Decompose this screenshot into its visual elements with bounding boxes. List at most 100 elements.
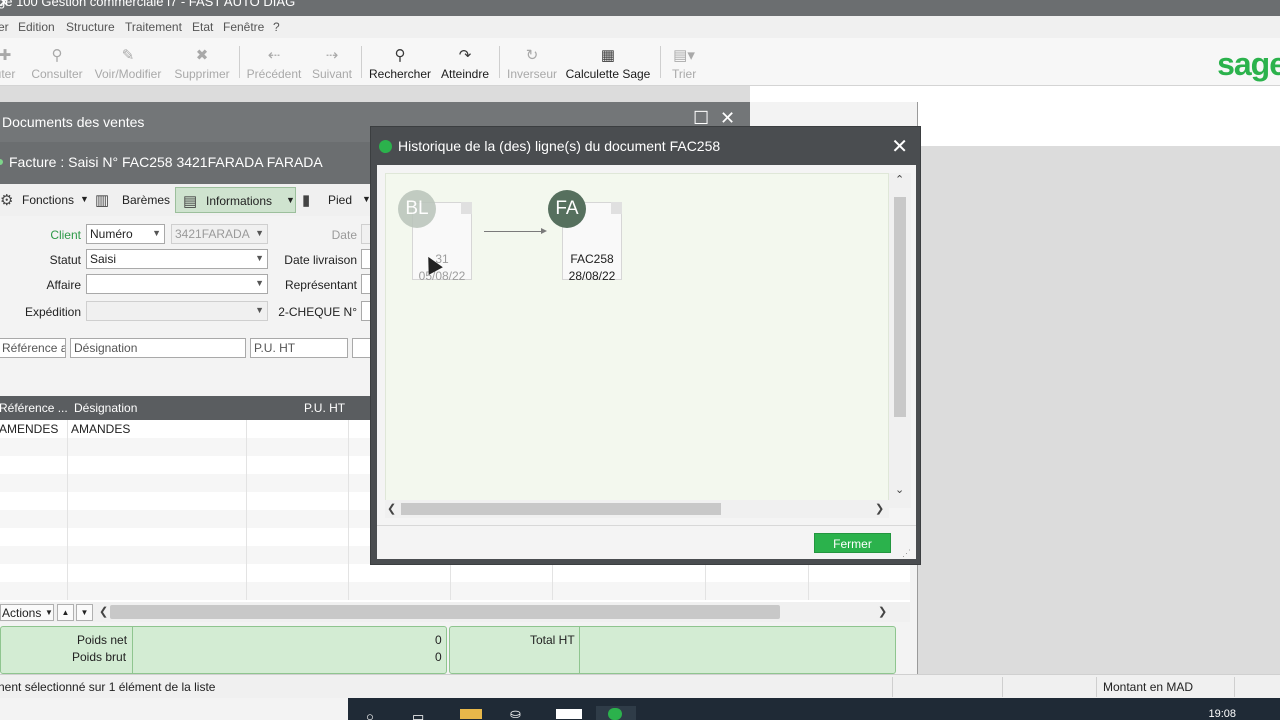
document-node-bl[interactable]: BL 31 05/08/22 bbox=[398, 190, 472, 284]
document-number: FAC258 bbox=[570, 252, 614, 266]
precedent-label: Précédent bbox=[246, 67, 302, 81]
totals-panel: Total HT bbox=[449, 626, 896, 674]
suivant-button[interactable]: ⇢ Suivant bbox=[308, 38, 356, 86]
taskbar-search-box[interactable] bbox=[0, 698, 348, 720]
column-header-reference[interactable]: Référence ... bbox=[0, 401, 68, 415]
chevron-down-icon: ▼ bbox=[255, 228, 264, 238]
magnifier-icon: ⚲ bbox=[51, 47, 63, 64]
cortana-icon[interactable]: ○ bbox=[366, 709, 374, 720]
document-tabs: ⚙ Fonctions ▼ ▥ Barèmes ▤ Informations ▼… bbox=[0, 184, 371, 216]
inverseur-button[interactable]: ↻ Inverseur bbox=[504, 38, 560, 86]
scroll-left-icon[interactable]: ❮ bbox=[99, 605, 108, 618]
historique-dialog: Historique de la (des) ligne(s) du docum… bbox=[370, 126, 921, 565]
mail-icon[interactable] bbox=[556, 709, 582, 719]
scroll-down-icon[interactable]: ⌄ bbox=[895, 483, 904, 496]
calculette-button[interactable]: ▦ Calculette Sage bbox=[565, 38, 651, 86]
tab-informations[interactable]: ▤ Informations ▼ bbox=[175, 187, 296, 213]
supprimer-button[interactable]: ✖ Supprimer bbox=[171, 38, 233, 86]
scroll-right-icon[interactable]: ❯ bbox=[878, 605, 887, 618]
statut-label: Statut bbox=[49, 253, 81, 267]
voir-modifier-label: Voir/Modifier bbox=[94, 67, 162, 81]
sage-taskbar-item[interactable] bbox=[596, 706, 636, 720]
status-separator bbox=[1234, 677, 1235, 697]
gear-icon: ⚙ bbox=[0, 192, 14, 209]
table-row[interactable] bbox=[0, 582, 910, 600]
row-reference: AMENDES bbox=[0, 422, 59, 436]
sage-logo: sage bbox=[1217, 46, 1280, 82]
store-icon[interactable]: ⛀ bbox=[510, 706, 521, 720]
atteindre-label: Atteindre bbox=[440, 67, 490, 81]
statut-value: Saisi bbox=[90, 252, 117, 266]
app-close-icon[interactable]: ✕ bbox=[0, 0, 1260, 11]
representant-label: Représentant bbox=[284, 278, 357, 292]
atteindre-button[interactable]: ↷ Atteindre bbox=[437, 38, 493, 86]
tab-fonctions[interactable]: ⚙ Fonctions ▼ bbox=[0, 187, 90, 213]
fermer-button[interactable]: Fermer bbox=[814, 533, 891, 553]
close-icon[interactable]: ✕ bbox=[891, 134, 908, 159]
scroll-up-icon[interactable]: ⌃ bbox=[895, 173, 904, 186]
menu-edition[interactable]: Edition bbox=[18, 20, 55, 34]
document-subtitle: Facture : Saisi N° FAC258 3421FARADA FAR… bbox=[9, 154, 323, 170]
pu-ht-entry-field[interactable]: P.U. HT bbox=[250, 338, 348, 358]
menu-fichier[interactable]: er bbox=[0, 20, 9, 34]
plus-icon: ✚ bbox=[0, 47, 12, 64]
precedent-button[interactable]: ⇠ Précédent bbox=[245, 38, 303, 86]
status-separator bbox=[1096, 677, 1097, 697]
table-row[interactable] bbox=[0, 564, 910, 582]
task-view-icon[interactable]: ▭ bbox=[412, 709, 424, 720]
document-date: 28/08/22 bbox=[568, 269, 616, 283]
voir-modifier-button[interactable]: ✎ Voir/Modifier bbox=[90, 38, 166, 86]
ajouter-label: uter bbox=[0, 67, 16, 81]
next-entry-field[interactable] bbox=[352, 338, 371, 358]
toolbar: ✚ uter ⚲ Consulter ✎ Voir/Modifier ✖ Sup… bbox=[0, 38, 1280, 86]
tab-pied-label: Pied bbox=[328, 193, 353, 207]
hscroll-thumb[interactable] bbox=[401, 503, 721, 515]
chevron-down-icon: ▼ bbox=[286, 195, 295, 205]
rechercher-button[interactable]: ⚲ Rechercher bbox=[367, 38, 433, 86]
menu-help[interactable]: ? bbox=[273, 20, 280, 34]
tab-pied[interactable]: ▮ Pied ▼ bbox=[302, 187, 371, 213]
designation-entry-field[interactable]: Désignation bbox=[70, 338, 246, 358]
affaire-select[interactable]: ▼ bbox=[86, 274, 268, 294]
resize-grip-icon[interactable]: ⋰ bbox=[902, 548, 911, 559]
supprimer-label: Supprimer bbox=[174, 67, 230, 81]
status-bar: nent sélectionné sur 1 élément de la lis… bbox=[0, 674, 1280, 698]
pencil-icon: ✎ bbox=[121, 47, 135, 64]
toolbar-separator bbox=[361, 46, 362, 78]
chevron-down-icon: ▼ bbox=[152, 228, 161, 238]
reference-entry-field[interactable]: Référence art bbox=[0, 338, 66, 358]
client-type-select[interactable]: Numéro ▼ bbox=[86, 224, 165, 244]
grid-hscroll-thumb[interactable] bbox=[110, 605, 780, 619]
date-livraison-label: Date livraison bbox=[284, 253, 357, 267]
move-up-icon[interactable]: ▲ bbox=[57, 604, 74, 621]
tab-baremes[interactable]: ▥ Barèmes bbox=[95, 187, 171, 213]
ajouter-button[interactable]: ✚ uter bbox=[0, 38, 20, 86]
statut-select[interactable]: Saisi ▼ bbox=[86, 249, 268, 269]
horizontal-scrollbar[interactable]: ❮ ❯ bbox=[385, 500, 889, 518]
document-type-badge: BL bbox=[398, 190, 436, 228]
actions-button[interactable]: Actions ▼ bbox=[0, 604, 54, 621]
menu-fenetre[interactable]: Fenêtre bbox=[223, 20, 264, 34]
status-selection-text: nent sélectionné sur 1 élément de la lis… bbox=[0, 680, 216, 694]
sort-icon: ▤▾ bbox=[673, 47, 695, 64]
chevron-down-icon: ▼ bbox=[45, 608, 53, 617]
document-node-fa[interactable]: FA FAC258 28/08/22 bbox=[548, 190, 622, 284]
column-header-designation[interactable]: Désignation bbox=[74, 401, 137, 415]
scroll-left-icon[interactable]: ❮ bbox=[387, 502, 396, 515]
column-header-pu-ht[interactable]: P.U. HT bbox=[304, 401, 345, 415]
affaire-label: Affaire bbox=[46, 278, 81, 292]
move-down-icon[interactable]: ▼ bbox=[76, 604, 93, 621]
folder-icon[interactable] bbox=[460, 709, 482, 719]
vscroll-thumb[interactable] bbox=[894, 197, 906, 417]
trier-button[interactable]: ▤▾ Trier bbox=[664, 38, 704, 86]
client-number-field[interactable]: 3421FARADA ▼ bbox=[171, 224, 268, 244]
menu-etat[interactable]: Etat bbox=[192, 20, 213, 34]
vertical-scrollbar[interactable]: ⌃ ⌄ bbox=[889, 173, 911, 508]
menu-structure[interactable]: Structure bbox=[66, 20, 115, 34]
menu-traitement[interactable]: Traitement bbox=[125, 20, 182, 34]
document-type-badge: FA bbox=[548, 190, 586, 228]
chevron-down-icon: ▼ bbox=[255, 278, 264, 288]
expedition-select[interactable]: ▼ bbox=[86, 301, 268, 321]
consulter-button[interactable]: ⚲ Consulter bbox=[28, 38, 86, 86]
scroll-right-icon[interactable]: ❯ bbox=[875, 502, 884, 515]
